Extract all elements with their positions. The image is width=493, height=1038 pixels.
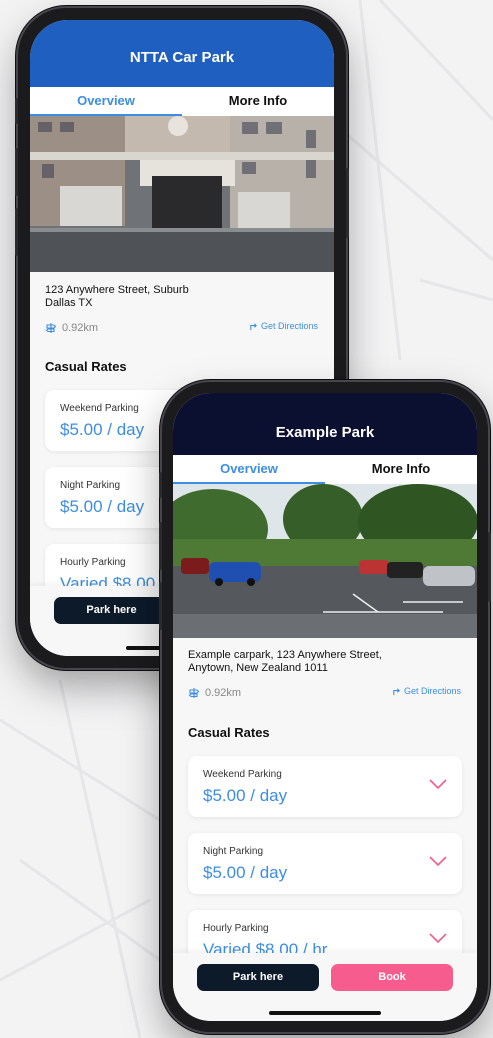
power-button [488, 532, 491, 602]
get-directions-label: Get Directions [260, 321, 318, 331]
carpark-photo [173, 484, 477, 638]
distance: 0.92km [188, 687, 241, 699]
section-title: Casual Rates [188, 725, 270, 740]
rate-value: $5.00 / day [60, 497, 145, 516]
address-line-2: Dallas TX [45, 297, 93, 309]
mute-switch [159, 472, 162, 498]
address: Example carpark, 123 Anywhere Street, An… [188, 649, 462, 675]
rate-card-weekend[interactable]: Weekend Parking $5.00 / day [188, 756, 462, 817]
tab-overview[interactable]: Overview [173, 455, 325, 484]
phone-example-park: Example Park Overview More Info Example … [159, 382, 491, 1032]
carpark-photo [30, 116, 334, 272]
chevron-down-icon[interactable] [428, 778, 448, 790]
distance-value: 0.92km [62, 322, 99, 334]
power-button [346, 168, 349, 238]
rate-value: $5.00 / day [203, 786, 288, 805]
distance: 0.92km [45, 322, 98, 334]
address-line-2: Anytown, New Zealand 1011 [188, 662, 328, 674]
screen: Example Park Overview More Info Example … [173, 393, 477, 1021]
address-line-1: 123 Anywhere Street, Suburb [45, 284, 189, 296]
get-directions-label: Get Directions [403, 686, 461, 696]
rate-label: Hourly Parking [60, 557, 126, 568]
rate-value: $5.00 / day [60, 420, 145, 439]
rate-label: Night Parking [60, 480, 121, 491]
tab-more-info[interactable]: More Info [182, 87, 334, 116]
page-title: NTTA Car Park [30, 20, 334, 87]
directions-icon [250, 322, 257, 330]
park-here-button[interactable]: Park here [54, 597, 169, 624]
signpost-icon [188, 688, 200, 698]
volume-up-button [15, 148, 18, 196]
signpost-icon [45, 323, 57, 333]
volume-down-button [15, 208, 18, 256]
address-line-1: Example carpark, 123 Anywhere Street, [188, 649, 382, 661]
section-title: Casual Rates [45, 359, 127, 374]
address: 123 Anywhere Street, Suburb Dallas TX [45, 284, 319, 310]
home-indicator [269, 1011, 381, 1015]
park-here-button[interactable]: Park here [197, 964, 319, 991]
directions-icon [393, 687, 400, 695]
tab-overview[interactable]: Overview [30, 87, 182, 116]
rate-value: $5.00 / day [203, 863, 288, 882]
get-directions-link[interactable]: Get Directions [249, 321, 318, 331]
page-title: Example Park [173, 393, 477, 455]
chevron-down-icon[interactable] [428, 932, 448, 944]
rate-label: Weekend Parking [203, 769, 282, 780]
get-directions-link[interactable]: Get Directions [392, 686, 461, 696]
action-footer: Park here Book [173, 953, 477, 1021]
volume-down-button [159, 582, 162, 630]
rate-label: Weekend Parking [60, 403, 139, 414]
tab-more-info[interactable]: More Info [325, 455, 477, 484]
rate-label: Night Parking [203, 846, 264, 857]
distance-value: 0.92km [205, 687, 242, 699]
tab-bar: Overview More Info [173, 455, 477, 484]
volume-up-button [159, 522, 162, 570]
rate-card-night[interactable]: Night Parking $5.00 / day [188, 833, 462, 894]
chevron-down-icon[interactable] [428, 855, 448, 867]
book-button[interactable]: Book [331, 964, 453, 991]
mute-switch [15, 98, 18, 124]
rate-label: Hourly Parking [203, 923, 269, 934]
tab-bar: Overview More Info [30, 87, 334, 116]
